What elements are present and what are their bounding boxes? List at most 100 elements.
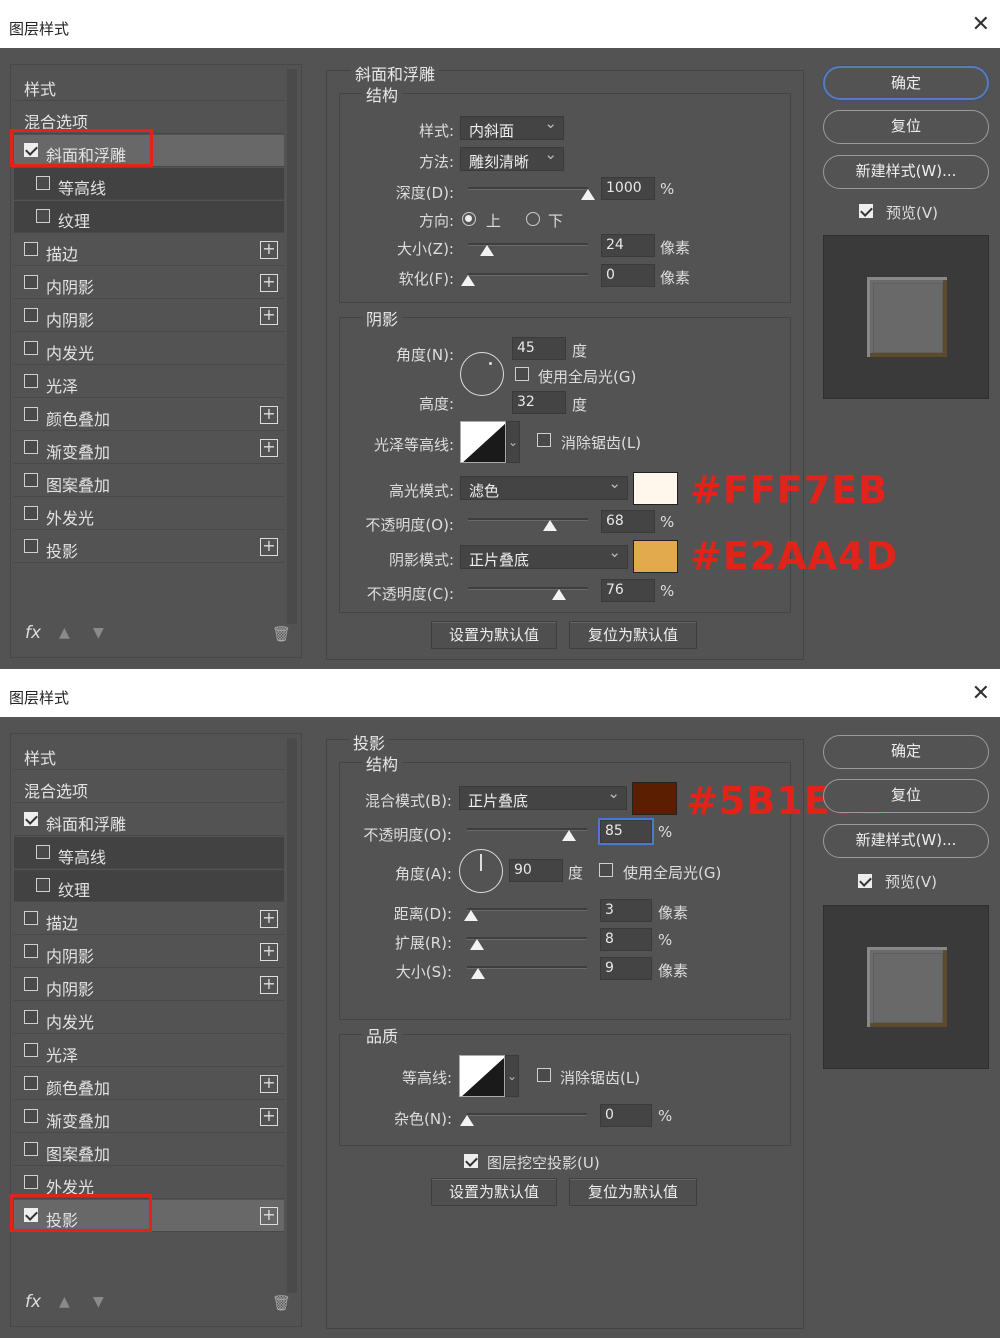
add-effect-icon[interactable]: + (260, 439, 278, 457)
add-effect-icon[interactable]: + (260, 976, 278, 994)
style-item[interactable]: 图案叠加 (14, 1134, 284, 1166)
add-effect-icon[interactable]: + (260, 943, 278, 961)
blending-options-item[interactable]: 混合选项 (14, 771, 284, 803)
make-default-button[interactable]: 设置为默认值 (431, 1178, 557, 1206)
soften-slider[interactable] (468, 273, 588, 276)
highlight-opacity-input[interactable]: 68 (601, 510, 655, 533)
style-item-checkbox[interactable] (24, 440, 38, 454)
depth-input[interactable]: 1000 (601, 177, 655, 200)
make-default-button[interactable]: 设置为默认值 (431, 621, 557, 649)
distance-input[interactable]: 3 (600, 899, 652, 922)
trash-icon[interactable]: 🗑 (272, 625, 291, 643)
style-item[interactable]: 内发光 (14, 1002, 284, 1034)
spread-input[interactable]: 8 (600, 928, 652, 951)
shadow-opacity-input[interactable]: 76 (601, 579, 655, 602)
direction-up-radio[interactable] (462, 212, 476, 226)
shadow-opacity-knob[interactable] (552, 589, 567, 600)
highlight-color-swatch[interactable] (633, 472, 678, 505)
add-effect-icon[interactable]: + (260, 274, 278, 292)
add-effect-icon[interactable]: + (260, 1075, 278, 1093)
style-item-checkbox[interactable] (24, 812, 38, 826)
global-light-checkbox[interactable] (599, 863, 613, 877)
gloss-contour-preview[interactable] (460, 421, 506, 463)
ok-button[interactable]: 确定 (823, 66, 989, 100)
angle-input[interactable]: 45 (512, 337, 566, 360)
style-item[interactable]: 斜面和浮雕 (14, 804, 284, 836)
soften-slider-knob[interactable] (461, 275, 475, 286)
style-item-checkbox[interactable] (24, 242, 38, 256)
size-slider-knob[interactable] (480, 245, 495, 256)
preview-checkbox[interactable] (859, 204, 873, 218)
move-down-icon[interactable]: ▼ (93, 625, 104, 641)
style-item-checkbox[interactable] (24, 473, 38, 487)
style-item[interactable]: 光泽 (14, 366, 284, 398)
spread-slider[interactable] (467, 937, 587, 940)
style-item-checkbox[interactable] (24, 308, 38, 322)
scrollbar[interactable] (287, 738, 297, 1293)
style-item[interactable]: 渐变叠加 + (14, 432, 284, 464)
angle-dial[interactable] (460, 352, 504, 396)
size-input[interactable]: 24 (601, 234, 655, 257)
style-item-checkbox[interactable] (36, 845, 50, 859)
highlight-mode-select[interactable]: 滤色 (460, 474, 628, 500)
add-effect-icon[interactable]: + (260, 1207, 278, 1225)
size-input[interactable]: 9 (600, 957, 652, 980)
close-icon[interactable]: ✕ (972, 681, 990, 706)
size-slider-knob[interactable] (470, 968, 485, 979)
antialias-checkbox[interactable] (537, 1068, 551, 1082)
knockout-checkbox[interactable] (464, 1154, 478, 1168)
style-item[interactable]: 外发光 (14, 498, 284, 530)
style-item[interactable]: 纹理 (14, 870, 284, 902)
style-item[interactable]: 颜色叠加 + (14, 1068, 284, 1100)
shadow-color-swatch[interactable] (633, 540, 678, 573)
reset-default-button[interactable]: 复位为默认值 (569, 621, 697, 649)
distance-slider[interactable] (467, 908, 587, 911)
add-effect-icon[interactable]: + (260, 1108, 278, 1126)
shadow-color-swatch[interactable] (632, 782, 677, 815)
style-item[interactable]: 内发光 (14, 333, 284, 365)
style-item-checkbox[interactable] (24, 506, 38, 520)
move-down-icon[interactable]: ▼ (93, 1294, 104, 1310)
style-select[interactable]: 内斜面 (460, 114, 564, 140)
style-item-checkbox[interactable] (36, 176, 50, 190)
style-item[interactable]: 等高线 (14, 837, 284, 869)
add-effect-icon[interactable]: + (260, 307, 278, 325)
method-select[interactable]: 雕刻清晰 (460, 145, 564, 171)
antialias-checkbox[interactable] (537, 433, 551, 447)
altitude-input[interactable]: 32 (512, 391, 566, 414)
add-effect-icon[interactable]: + (260, 406, 278, 424)
add-effect-icon[interactable]: + (260, 910, 278, 928)
style-item-checkbox[interactable] (24, 911, 38, 925)
noise-slider[interactable] (467, 1113, 587, 1116)
style-item[interactable]: 描边 + (14, 234, 284, 266)
new-style-button[interactable]: 新建样式(W)... (823, 824, 989, 858)
style-item-checkbox[interactable] (24, 374, 38, 388)
style-item-checkbox[interactable] (24, 341, 38, 355)
opacity-input[interactable]: 85 (598, 818, 654, 845)
style-item-checkbox[interactable] (24, 1142, 38, 1156)
shadow-mode-select[interactable]: 正片叠底 (460, 543, 628, 569)
global-light-checkbox[interactable] (515, 367, 529, 381)
style-item[interactable]: 渐变叠加 + (14, 1101, 284, 1133)
spread-slider-knob[interactable] (469, 939, 484, 950)
style-item-checkbox[interactable] (24, 977, 38, 991)
fx-icon[interactable]: fx (25, 1292, 41, 1312)
style-item[interactable]: 内阴影 + (14, 969, 284, 1001)
soften-input[interactable]: 0 (601, 264, 655, 287)
add-effect-icon[interactable]: + (260, 241, 278, 259)
move-up-icon[interactable]: ▲ (59, 1294, 70, 1310)
depth-slider[interactable] (468, 187, 588, 190)
style-item-checkbox[interactable] (24, 1109, 38, 1123)
reset-default-button[interactable]: 复位为默认值 (569, 1178, 697, 1206)
contour-preview[interactable] (459, 1055, 505, 1097)
distance-slider-knob[interactable] (463, 910, 478, 921)
style-item-checkbox[interactable] (24, 539, 38, 553)
style-item-checkbox[interactable] (24, 1043, 38, 1057)
style-item-checkbox[interactable] (36, 878, 50, 892)
reset-button[interactable]: 复位 (823, 110, 989, 144)
style-item-checkbox[interactable] (24, 1076, 38, 1090)
blend-mode-select[interactable]: 正片叠底 (459, 784, 627, 810)
style-item[interactable]: 内阴影 + (14, 300, 284, 332)
style-item[interactable]: 等高线 (14, 168, 284, 200)
scrollbar[interactable] (287, 69, 297, 624)
